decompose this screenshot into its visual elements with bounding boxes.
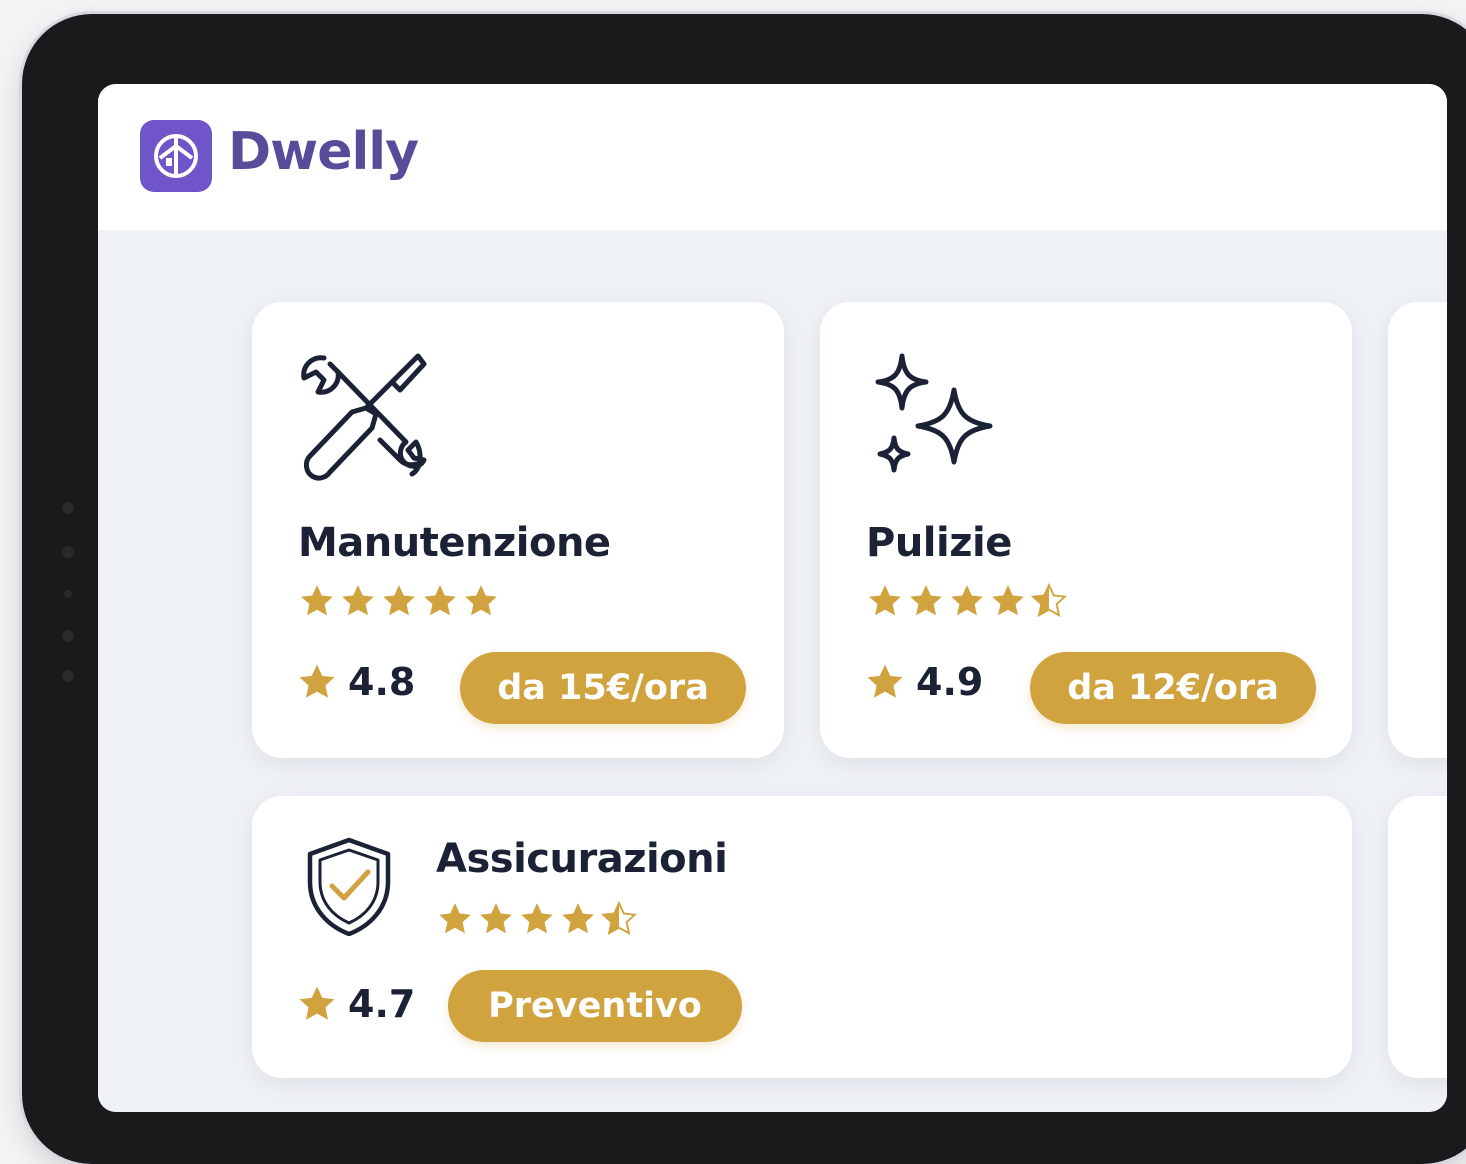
tools-icon: [296, 346, 432, 490]
star-icon: [521, 903, 553, 934]
app-header: Dwelly: [98, 84, 1447, 230]
tablet-frame: Dwelly Manutenzione 4.8 da 15€/ora Puliz…: [22, 14, 1466, 1164]
star-icon: [910, 585, 942, 616]
star-icon: [951, 585, 983, 616]
service-card-partial[interactable]: [1388, 302, 1447, 758]
tablet-screen: Dwelly Manutenzione 4.8 da 15€/ora Puliz…: [98, 84, 1447, 1112]
star-icon: [480, 903, 512, 934]
shield-check-icon: [304, 836, 394, 940]
service-card-pulizie[interactable]: Pulizie 4.9 da 12€/ora: [820, 302, 1352, 758]
star-rating-row: [436, 900, 638, 938]
brand-logo-icon[interactable]: [140, 120, 212, 192]
star-rating-row: [298, 582, 500, 620]
star-icon: [424, 585, 456, 616]
service-card-assicurazioni[interactable]: Assicurazioni 4.7 Preventivo: [252, 796, 1352, 1078]
rating-value: 4.9: [916, 660, 984, 704]
quote-button[interactable]: Preventivo: [448, 970, 742, 1042]
star-icon: [301, 585, 333, 616]
star-icon: [299, 986, 335, 1020]
half-star-icon: [600, 900, 638, 936]
service-title: Manutenzione: [298, 520, 611, 566]
service-title: Assicurazioni: [436, 836, 728, 882]
star-icon: [869, 585, 901, 616]
service-title: Pulizie: [866, 520, 1012, 566]
brand-name: Dwelly: [228, 122, 419, 182]
star-icon: [342, 585, 374, 616]
service-card-partial[interactable]: [1388, 796, 1447, 1078]
price-button[interactable]: da 15€/ora: [460, 652, 746, 724]
price-button[interactable]: da 12€/ora: [1030, 652, 1316, 724]
star-icon: [465, 585, 497, 616]
rating-value: 4.8: [348, 660, 416, 704]
star-icon: [383, 585, 415, 616]
star-icon: [299, 664, 335, 698]
rating-summary: 4.7: [296, 982, 415, 1026]
star-icon: [867, 664, 903, 698]
sparkles-icon: [868, 352, 1004, 488]
rating-summary: 4.9: [864, 660, 983, 704]
rating-value: 4.7: [348, 982, 416, 1026]
star-icon: [992, 585, 1024, 616]
star-icon: [562, 903, 594, 934]
half-star-icon: [1030, 582, 1068, 618]
side-sensors: [58, 502, 78, 692]
service-card-manutenzione[interactable]: Manutenzione 4.8 da 15€/ora: [252, 302, 784, 758]
services-grid: Manutenzione 4.8 da 15€/ora Pulizie 4.9 …: [98, 230, 1447, 1112]
rating-summary: 4.8: [296, 660, 415, 704]
star-rating-row: [866, 582, 1068, 620]
star-icon: [439, 903, 471, 934]
